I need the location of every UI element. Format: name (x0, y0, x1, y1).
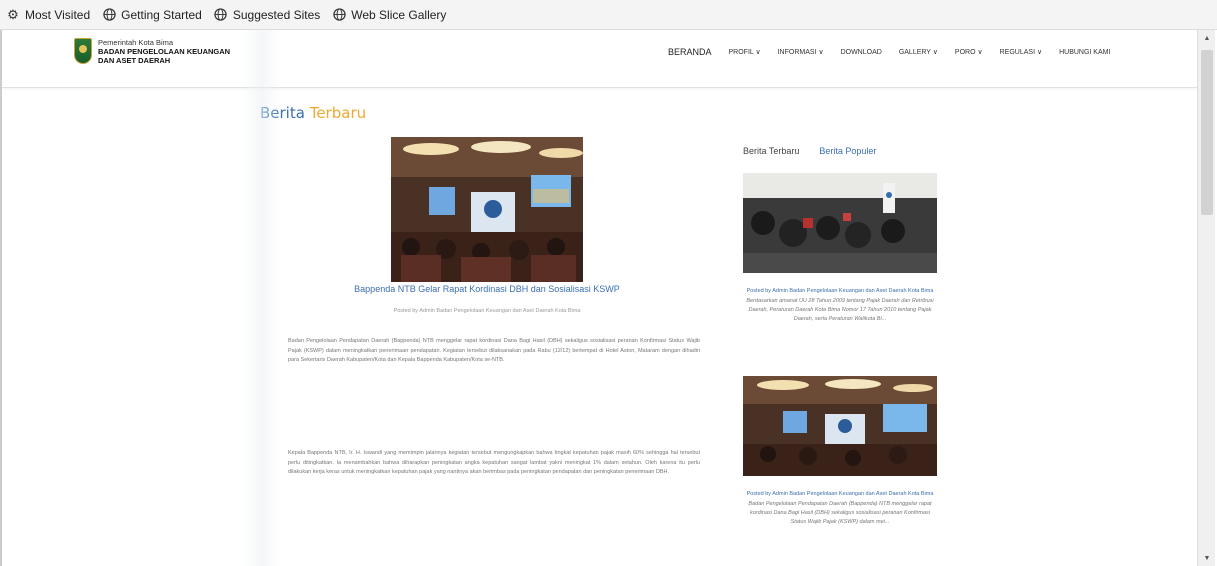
globe-icon (214, 8, 228, 22)
tab-berita-populer[interactable]: Berita Populer (819, 146, 876, 156)
article-paragraph-2: Kepala Bappenda NTB, Ir. H. Iswandi yang… (288, 450, 700, 475)
scroll-down-arrow-icon[interactable]: ▼ (1198, 550, 1216, 566)
main-nav: BERANDA PROFIL ∨ INFORMASI ∨ DOWNLOAD GA… (668, 47, 1110, 57)
nav-item-informasi[interactable]: INFORMASI ∨ (778, 48, 824, 56)
favorite-label: Most Visited (25, 7, 91, 22)
sidebar-tabs: Berita Terbaru Berita Populer (743, 146, 876, 156)
favorite-suggested-sites[interactable]: Suggested Sites (214, 8, 320, 22)
logo-line-2: BADAN PENGELOLAAN KEUANGAN (98, 47, 231, 56)
sidebar-news-item: Posted by Admin Badan Pengelolaan Keuang… (743, 376, 937, 527)
globe-icon (102, 8, 116, 22)
sidebar-news-image[interactable] (743, 376, 937, 476)
nav-item-hubungi-kami[interactable]: HUBUNGI KAMI (1059, 49, 1110, 56)
sidebar-news-meta[interactable]: Posted by Admin Badan Pengelolaan Keuang… (743, 490, 937, 498)
sidebar-news-image[interactable] (743, 173, 937, 273)
site-logo[interactable]: Pemerintah Kota Bima BADAN PENGELOLAAN K… (74, 38, 230, 65)
nav-item-poro[interactable]: PORO ∨ (955, 48, 983, 56)
article-image[interactable] (391, 137, 583, 282)
tab-berita-terbaru[interactable]: Berita Terbaru (743, 146, 799, 156)
article-meta: Posted by Admin Badan Pengelolaan Keuang… (393, 308, 581, 314)
nav-item-download[interactable]: DOWNLOAD (841, 49, 882, 56)
nav-item-gallery[interactable]: GALLERY ∨ (899, 48, 938, 56)
nav-item-regulasi[interactable]: REGULASI ∨ (1000, 48, 1042, 56)
sidebar-news-excerpt: Badan Pengelolaan Pendapatan Daerah (Bap… (748, 501, 932, 525)
favorite-getting-started[interactable]: Getting Started (102, 8, 202, 22)
favorite-web-slice-gallery[interactable]: Web Slice Gallery (332, 8, 446, 22)
section-title-part-1: Berita (260, 104, 305, 122)
favorites-bar: ⚙ Most Visited Getting Started Suggested… (0, 0, 1217, 30)
sidebar-news-item: Posted by Admin Badan Pengelolaan Keuang… (743, 173, 937, 324)
article-title-link[interactable]: Bappenda NTB Gelar Rapat Kordinasi DBH d… (302, 284, 672, 294)
nav-item-profil[interactable]: PROFIL ∨ (729, 48, 761, 56)
nav-item-beranda[interactable]: BERANDA (668, 47, 712, 57)
favorite-label: Suggested Sites (232, 7, 321, 22)
section-title-part-2: Terbaru (309, 104, 367, 122)
logo-line-3: DAN ASET DAERAH (98, 56, 171, 65)
logo-line-1: Pemerintah Kota Bima (98, 38, 174, 47)
scroll-up-arrow-icon[interactable]: ▲ (1198, 30, 1216, 46)
site-header: Pemerintah Kota Bima BADAN PENGELOLAAN K… (2, 30, 1197, 88)
gear-icon: ⚙ (7, 6, 19, 22)
favorite-most-visited[interactable]: ⚙ Most Visited (6, 6, 91, 22)
favorite-label: Web Slice Gallery (351, 7, 447, 22)
article-paragraph-1: Badan Pengelolaan Pendapatan Daerah (Bap… (288, 338, 700, 363)
section-title: Berita Terbaru (260, 104, 366, 122)
vertical-scrollbar[interactable]: ▲ ▼ (1197, 30, 1215, 566)
emblem-icon (74, 38, 92, 64)
favorite-label: Getting Started (121, 7, 202, 22)
sidebar-news-meta[interactable]: Posted by Admin Badan Pengelolaan Keuang… (743, 287, 937, 295)
scrollbar-thumb[interactable] (1201, 50, 1213, 215)
page-viewport: Pemerintah Kota Bima BADAN PENGELOLAAN K… (0, 30, 1217, 566)
logo-text: Pemerintah Kota Bima BADAN PENGELOLAAN K… (98, 38, 230, 65)
globe-icon (332, 8, 346, 22)
sidebar-news-excerpt: Berdasarkan amanat UU 28 Tahun 2009 tent… (746, 298, 934, 322)
